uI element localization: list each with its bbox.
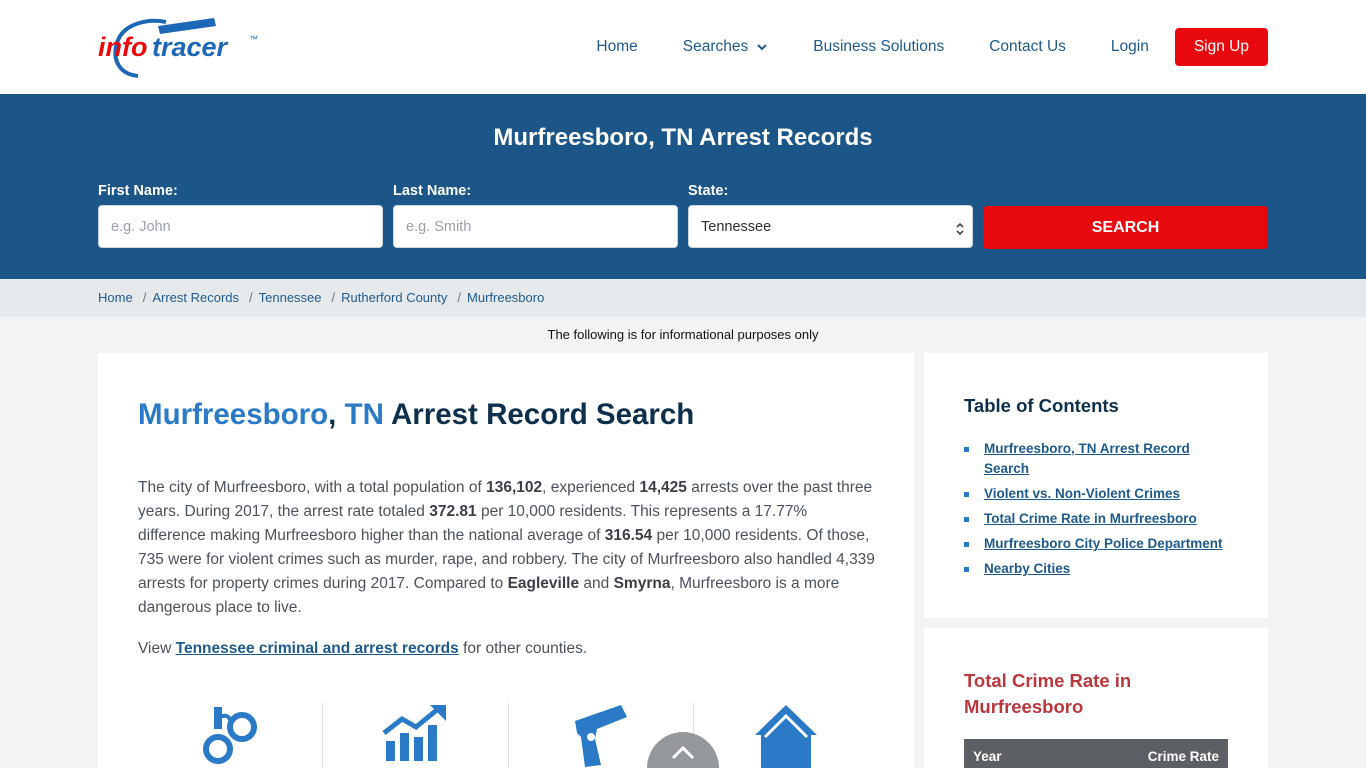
view-other-counties: View Tennessee criminal and arrest recor… — [138, 640, 587, 658]
toc-item: Total Crime Rate in Murfreesboro — [964, 509, 1234, 529]
intro-text: , experienced — [542, 479, 640, 496]
crime-rate-table-header: Year Crime Rate — [964, 739, 1228, 768]
nav-login[interactable]: Login — [1111, 38, 1149, 56]
breadcrumb-murfreesboro[interactable]: Murfreesboro — [467, 290, 544, 305]
handcuffs-icon — [203, 707, 258, 764]
main-content-card: Murfreesboro, TN Arrest Record Search Th… — [98, 353, 914, 768]
nav-searches-label: Searches — [682, 38, 749, 55]
toc-item: Murfreesboro City Police Department — [964, 534, 1234, 554]
nav-searches[interactable]: Searches — [683, 38, 768, 56]
toc-link-police-department[interactable]: Murfreesboro City Police Department — [984, 536, 1223, 551]
breadcrumb-rutherford-county[interactable]: Rutherford County — [341, 290, 447, 305]
stats-icons-row — [138, 703, 878, 768]
population-value: 136,102 — [486, 479, 543, 496]
chevron-up-icon — [671, 746, 695, 760]
toc-link-total-crime-rate[interactable]: Total Crime Rate in Murfreesboro — [984, 511, 1197, 526]
compare-city-eagleville: Eagleville — [507, 575, 580, 592]
heading-state: TN — [344, 398, 384, 431]
logo-trademark: ™ — [249, 34, 258, 44]
toc-item: Nearby Cities — [964, 559, 1234, 579]
breadcrumb-separator: / — [249, 290, 253, 305]
logo-text-tracer: tracer — [152, 32, 229, 62]
view-suffix: for other counties. — [458, 640, 588, 657]
last-name-placeholder: e.g. Smith — [406, 218, 472, 235]
nav-home[interactable]: Home — [596, 38, 637, 56]
toc-link-arrest-record-search[interactable]: Murfreesboro, TN Arrest Record Search — [984, 441, 1190, 476]
intro-paragraph: The city of Murfreesboro, with a total p… — [138, 476, 878, 620]
nav-business-solutions[interactable]: Business Solutions — [813, 38, 944, 56]
toc-list: Murfreesboro, TN Arrest Record Search Vi… — [964, 439, 1234, 584]
heading-rest: Arrest Record Search — [390, 398, 695, 431]
breadcrumb-tennessee[interactable]: Tennessee — [259, 290, 322, 305]
site-header: info tracer ™ Home Searches Business Sol… — [0, 0, 1366, 94]
search-button[interactable]: SEARCH — [983, 206, 1268, 249]
breadcrumb-separator: / — [331, 290, 336, 305]
tennessee-records-link[interactable]: Tennessee criminal and arrest records — [176, 640, 459, 657]
table-of-contents-card: Table of Contents Murfreesboro, TN Arres… — [924, 353, 1268, 618]
stat-cell-arrests — [138, 703, 322, 768]
house-icon — [754, 705, 817, 768]
breadcrumb-separator: / — [142, 290, 147, 305]
first-name-input[interactable]: e.g. John — [98, 205, 383, 248]
crime-rate-card: Total Crime Rate in Murfreesboro Year Cr… — [924, 628, 1268, 768]
first-name-label: First Name: — [98, 183, 178, 199]
last-name-group: Last Name: e.g. Smith — [393, 183, 678, 248]
breadcrumb-home[interactable]: Home — [98, 290, 133, 305]
first-name-placeholder: e.g. John — [111, 218, 171, 235]
breadcrumb-arrest-records[interactable]: Arrest Records — [152, 290, 239, 305]
arrests-value: 14,425 — [639, 479, 687, 496]
disclaimer-text: The following is for informational purpo… — [547, 327, 819, 342]
nav-contact-us[interactable]: Contact Us — [989, 38, 1066, 56]
breadcrumb-trail: Home / Arrest Records / Tennessee / Ruth… — [98, 290, 544, 305]
column-year: Year — [973, 748, 1002, 764]
infotracer-logo[interactable]: info tracer ™ — [98, 14, 263, 80]
heading-comma: , — [328, 398, 337, 431]
arrest-rate-value: 372.81 — [429, 503, 477, 520]
toc-heading: Table of Contents — [964, 395, 1119, 416]
main-nav: Home Searches Business Solutions Contact… — [596, 28, 1268, 66]
compare-city-smyrna: Smyrna — [613, 575, 671, 592]
heading-city: Murfreesboro — [138, 398, 329, 431]
stat-cell-property — [692, 703, 878, 768]
view-prefix: View — [138, 640, 176, 657]
state-label: State: — [688, 183, 729, 199]
breadcrumb: Home / Arrest Records / Tennessee / Ruth… — [0, 279, 1366, 317]
last-name-label: Last Name: — [393, 183, 472, 199]
gun-icon — [574, 705, 627, 767]
toc-item: Violent vs. Non-Violent Crimes — [964, 484, 1234, 504]
logo-text-info: info — [98, 32, 147, 62]
chevron-down-icon — [757, 44, 767, 51]
stat-cell-rate — [322, 703, 507, 768]
toc-link-nearby-cities[interactable]: Nearby Cities — [984, 561, 1070, 576]
main-heading: Murfreesboro, TN Arrest Record Search — [138, 398, 694, 432]
page-title: Murfreesboro, TN Arrest Records — [493, 124, 873, 151]
intro-text: and — [579, 575, 614, 592]
last-name-input[interactable]: e.g. Smith — [393, 205, 678, 248]
search-hero: Murfreesboro, TN Arrest Records First Na… — [0, 94, 1366, 279]
column-crime-rate: Crime Rate — [1147, 748, 1219, 764]
toc-link-violent-crimes[interactable]: Violent vs. Non-Violent Crimes — [984, 486, 1180, 501]
crime-rate-heading: Total Crime Rate in Murfreesboro — [964, 670, 1132, 717]
state-group: State: Tennessee — [688, 183, 973, 248]
state-select[interactable]: Tennessee — [688, 205, 973, 248]
select-arrows-icon — [956, 222, 964, 236]
intro-text: The city of Murfreesboro, with a total p… — [138, 479, 487, 496]
breadcrumb-separator: / — [457, 290, 462, 305]
national-average-value: 316.54 — [604, 527, 653, 544]
state-selected-value: Tennessee — [701, 218, 772, 235]
chart-up-icon — [382, 705, 447, 761]
signup-button[interactable]: Sign Up — [1174, 28, 1268, 66]
logo-graphic: info tracer ™ — [98, 18, 258, 78]
toc-item: Murfreesboro, TN Arrest Record Search — [964, 439, 1234, 479]
first-name-group: First Name: e.g. John — [98, 183, 383, 248]
